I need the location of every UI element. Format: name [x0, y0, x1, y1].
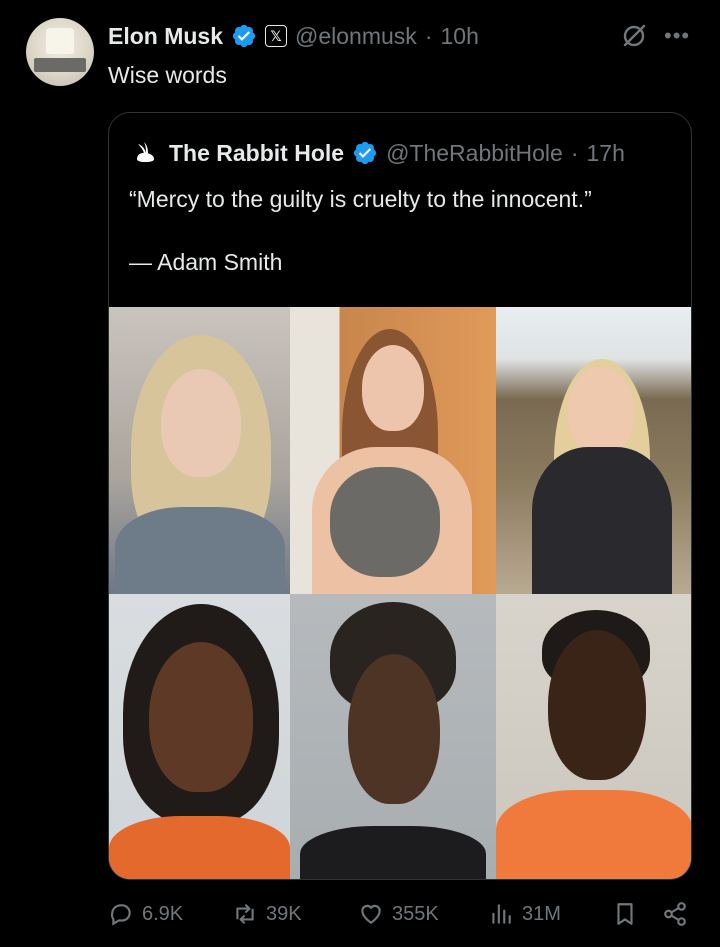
avatar[interactable]: [26, 18, 94, 86]
like-icon: [361, 904, 381, 924]
views-count: 31M: [522, 902, 561, 925]
quote-author-handle[interactable]: @TheRabbitHole: [386, 140, 563, 167]
author-name[interactable]: Elon Musk: [108, 23, 223, 50]
action-bar: 6.9K 39K 355K 31M: [108, 896, 692, 932]
separator-dot: ·: [570, 139, 579, 166]
quoted-post[interactable]: The Rabbit Hole @TheRabbitHole · 17h “Me…: [108, 112, 692, 880]
photo-man-1: [109, 594, 290, 879]
separator-dot: ·: [424, 22, 433, 49]
post-text: Wise words: [108, 62, 227, 88]
reply-count: 6.9K: [142, 902, 184, 925]
photo-woman-2: [290, 307, 496, 594]
quote-attribution: — Adam Smith: [129, 249, 283, 275]
post-header: Elon Musk 𝕏 @elonmusk · 10h: [108, 18, 479, 54]
quote-text: “Mercy to the guilty is cruelty to the i…: [129, 186, 592, 212]
quote-author-name[interactable]: The Rabbit Hole: [169, 140, 344, 167]
like-count: 355K: [392, 902, 439, 925]
share-icon[interactable]: [662, 901, 688, 927]
repost-button[interactable]: 39K: [232, 896, 302, 932]
grok-icon[interactable]: [620, 22, 648, 50]
post-time[interactable]: 10h: [440, 23, 478, 50]
repost-count: 39K: [266, 902, 302, 925]
repost-icon: [236, 904, 254, 924]
like-button[interactable]: 355K: [358, 896, 439, 932]
photo-man-2: [290, 594, 496, 879]
reply-icon: [110, 904, 131, 926]
rabbit-logo-icon: [129, 137, 161, 169]
views-button[interactable]: 31M: [488, 896, 561, 932]
quote-time[interactable]: 17h: [587, 140, 625, 167]
photo-woman-3: [496, 307, 691, 594]
bookmark-icon[interactable]: [612, 901, 638, 927]
photo-woman-1: [109, 307, 290, 594]
quote-header: The Rabbit Hole @TheRabbitHole · 17h: [129, 137, 625, 169]
views-icon: [492, 904, 511, 924]
author-handle[interactable]: @elonmusk: [295, 23, 417, 50]
verified-icon: [353, 141, 377, 165]
x-badge-icon: 𝕏: [265, 25, 288, 47]
verified-icon: [232, 24, 256, 48]
reply-button[interactable]: 6.9K: [108, 896, 183, 932]
photo-man-3: [496, 594, 691, 879]
media-image[interactable]: [109, 307, 691, 879]
more-icon[interactable]: •••: [664, 22, 692, 50]
